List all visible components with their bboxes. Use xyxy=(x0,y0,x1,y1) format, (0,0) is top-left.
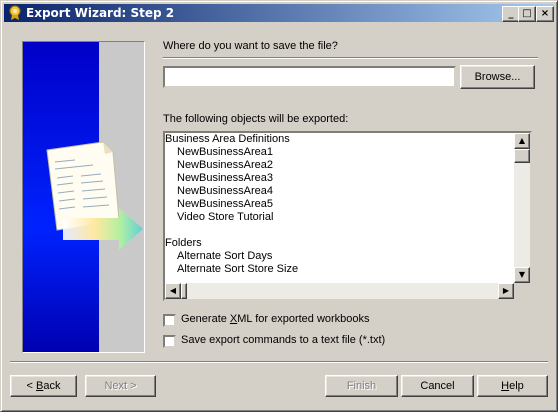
separator-bottom xyxy=(10,361,548,363)
help-button[interactable]: Help xyxy=(477,375,548,397)
vertical-scroll-thumb[interactable] xyxy=(514,149,530,163)
file-path-input[interactable] xyxy=(163,66,456,88)
vertical-scrollbar[interactable]: ▲ ▼ xyxy=(514,133,530,283)
generate-xml-checkbox[interactable] xyxy=(163,314,176,327)
horizontal-scrollbar[interactable]: ◀ ▶ xyxy=(165,283,514,299)
horizontal-scroll-thumb[interactable] xyxy=(181,283,187,299)
generate-xml-label[interactable]: Generate XML for exported workbooks xyxy=(181,313,370,325)
scroll-left-icon[interactable]: ◀ xyxy=(165,283,181,299)
export-document-icon xyxy=(46,141,143,250)
list-item[interactable]: Video Store Tutorial xyxy=(165,211,515,224)
back-button[interactable]: < Back xyxy=(10,375,77,397)
wizard-app-icon xyxy=(9,5,21,20)
scrollbar-corner xyxy=(514,283,530,299)
title-bar[interactable]: Export Wizard: Step 2 _ □ × xyxy=(4,4,554,22)
list-item[interactable]: Alternate Sort Store Size xyxy=(165,263,515,276)
separator-top xyxy=(163,57,538,59)
finish-button[interactable]: Finish xyxy=(325,375,398,397)
list-item[interactable] xyxy=(165,224,515,237)
save-commands-checkbox[interactable] xyxy=(163,335,176,348)
save-location-label: Where do you want to save the file? xyxy=(163,40,338,52)
scroll-down-icon[interactable]: ▼ xyxy=(514,267,530,283)
scroll-up-icon[interactable]: ▲ xyxy=(514,133,530,149)
window-title: Export Wizard: Step 2 xyxy=(26,6,175,20)
list-item[interactable]: Folders xyxy=(165,237,515,250)
list-item[interactable]: NewBusinessArea4 xyxy=(165,185,515,198)
list-item[interactable]: Alternate Sort Days xyxy=(165,250,515,263)
maximize-button[interactable]: □ xyxy=(518,6,536,22)
close-button[interactable]: × xyxy=(536,6,554,22)
save-commands-label[interactable]: Save export commands to a text file (*.t… xyxy=(181,334,385,346)
list-item[interactable]: Business Area Definitions xyxy=(165,133,515,146)
objects-label: The following objects will be exported: xyxy=(163,113,349,125)
list-item[interactable]: NewBusinessArea5 xyxy=(165,198,515,211)
list-item[interactable]: NewBusinessArea2 xyxy=(165,159,515,172)
objects-list: Business Area Definitions NewBusinessArea… xyxy=(165,133,515,283)
scroll-right-icon[interactable]: ▶ xyxy=(498,283,514,299)
export-wizard-window: Export Wizard: Step 2 _ □ × Where do you… xyxy=(0,0,558,412)
cancel-button[interactable]: Cancel xyxy=(401,375,474,397)
wizard-illustration xyxy=(22,41,145,353)
browse-button[interactable]: Browse... xyxy=(460,65,535,89)
objects-listbox[interactable]: Business Area Definitions NewBusinessArea… xyxy=(163,131,532,301)
list-item[interactable]: NewBusinessArea1 xyxy=(165,146,515,159)
list-item[interactable]: NewBusinessArea3 xyxy=(165,172,515,185)
next-button[interactable]: Next > xyxy=(85,375,156,397)
